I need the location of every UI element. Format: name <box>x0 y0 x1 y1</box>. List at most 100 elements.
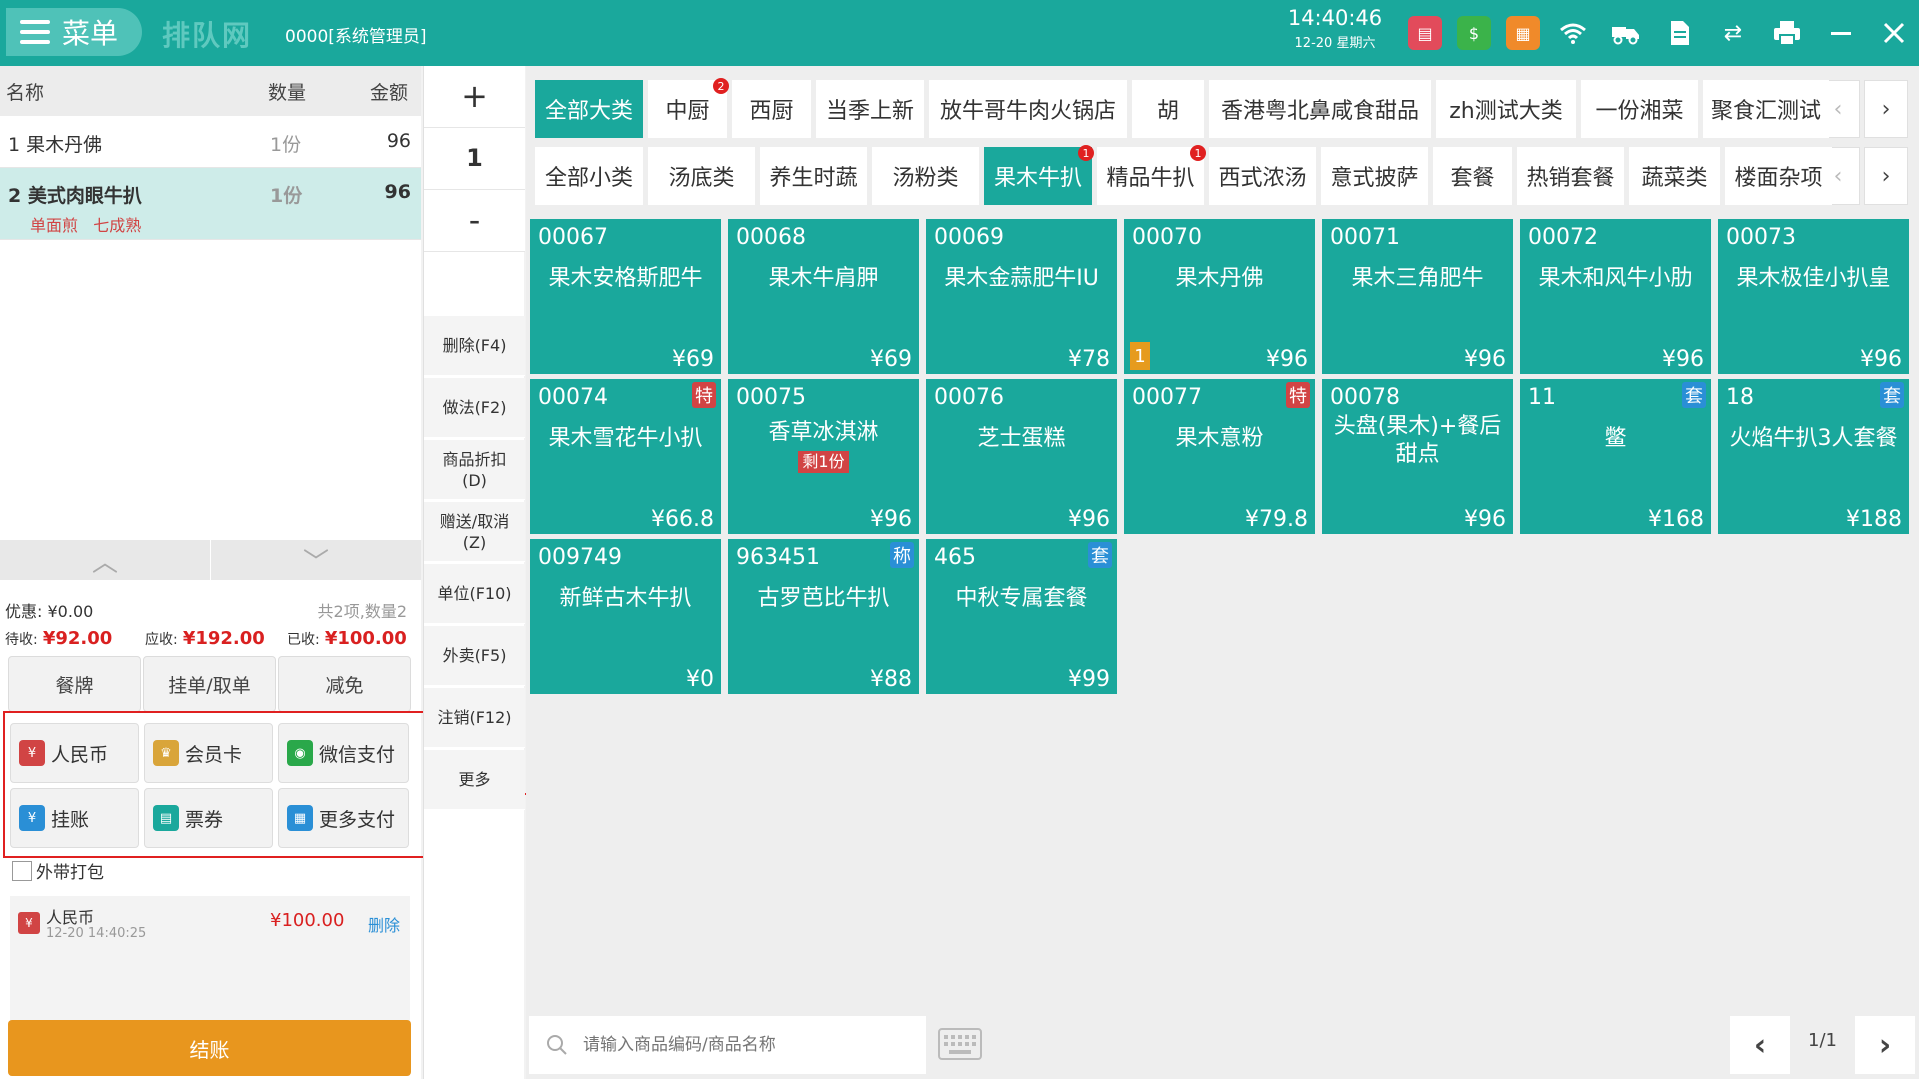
takeout-button[interactable]: 外卖(F5) <box>424 626 525 686</box>
keyboard-icon[interactable] <box>938 1028 982 1060</box>
product-name-wrap: 果木雪花牛小扒 <box>534 425 717 453</box>
product-card[interactable]: 00078 头盘(果木)+餐后甜点 ¥96 <box>1322 379 1513 534</box>
search-icon <box>547 1035 567 1055</box>
hold-order-button[interactable]: 挂单/取单 <box>143 656 276 712</box>
product-name-wrap: 果木安格斯肥牛 <box>534 265 717 293</box>
product-card[interactable]: 00070 果木丹佛 ¥96 1 <box>1124 219 1315 374</box>
takeaway-checkbox[interactable] <box>12 860 32 881</box>
product-card[interactable]: 009749 新鲜古木牛扒 ¥0 <box>530 539 721 694</box>
discount-button[interactable]: 商品折扣 (D) <box>424 440 525 500</box>
subcategory-tab[interactable]: 热销套餐 <box>1517 147 1624 205</box>
document-icon[interactable] <box>1663 16 1697 50</box>
product-card[interactable]: 18 火焰牛扒3人套餐 ¥188 套 <box>1718 379 1909 534</box>
subcategory-tab[interactable]: 西式浓汤 <box>1209 147 1316 205</box>
category-tab[interactable]: 西厨 <box>732 80 811 138</box>
subcategory-tab-label: 汤底类 <box>668 166 735 191</box>
payment-highlight-box <box>3 711 425 858</box>
product-name: 芝士蛋糕 <box>977 426 1066 451</box>
product-card[interactable]: 00069 果木金蒜肥牛IU ¥78 <box>926 219 1117 374</box>
category-tab[interactable]: 全部大类 <box>535 80 643 138</box>
search-input[interactable] <box>583 1035 903 1055</box>
product-code: 00073 <box>1726 225 1796 250</box>
search-box[interactable] <box>529 1016 926 1074</box>
page-next-button[interactable]: › <box>1855 1016 1915 1074</box>
category-tab[interactable]: 当季上新 <box>816 80 924 138</box>
minus-button[interactable]: - <box>424 190 525 252</box>
calendar-icon[interactable]: ▦ <box>1506 16 1540 50</box>
qty-display[interactable]: 1 <box>424 128 525 190</box>
sync-icon[interactable]: ⇄ <box>1716 16 1750 50</box>
paid-delete-link[interactable]: 删除 <box>368 912 400 936</box>
clock-date: 12-20 星期六 <box>1294 36 1376 51</box>
minimize-icon[interactable] <box>1824 16 1858 50</box>
product-name-wrap: 火焰牛扒3人套餐 <box>1722 425 1905 453</box>
printer-icon[interactable] <box>1770 16 1804 50</box>
cancel-button[interactable]: 注销(F12) <box>424 688 525 748</box>
product-card[interactable]: 11 鳖 ¥168 套 <box>1520 379 1711 534</box>
method-button[interactable]: 做法(F2) <box>424 378 525 438</box>
close-icon[interactable] <box>1877 16 1911 50</box>
subcategory-tab[interactable]: 楼面杂项 <box>1725 147 1832 205</box>
subcategory-tab[interactable]: 意式披萨 <box>1321 147 1428 205</box>
product-card[interactable]: 00072 果木和风牛小肋 ¥96 <box>1520 219 1711 374</box>
product-tag-badge: 称 <box>890 542 914 568</box>
gift-button[interactable]: 赠送/取消 (Z) <box>424 502 525 562</box>
subcategory-tab[interactable]: 精品牛扒 1 <box>1097 145 1206 205</box>
unit-button[interactable]: 单位(F10) <box>424 564 525 624</box>
more-button[interactable]: 更多 <box>424 750 525 810</box>
category-next-button[interactable]: › <box>1864 80 1908 138</box>
subcategory-tab-label: 精品牛扒 <box>1106 166 1195 191</box>
category-tab[interactable]: 胡 <box>1132 80 1204 138</box>
subcategory-tab[interactable]: 汤底类 <box>648 147 755 205</box>
product-card[interactable]: 00068 果木牛肩胛 ¥69 <box>728 219 919 374</box>
table-card-button[interactable]: 餐牌 <box>8 656 141 712</box>
product-name: 果木金蒜肥牛IU <box>944 266 1099 291</box>
scroll-up-button[interactable]: ︿ <box>0 540 210 580</box>
order-row-selected[interactable]: 2 美式肉眼牛扒 1份 96 单面煎 七成熟 <box>0 168 421 240</box>
product-card[interactable]: 465 中秋专属套餐 ¥99 套 <box>926 539 1117 694</box>
subcategory-tab[interactable]: 汤粉类 <box>872 147 979 205</box>
reduce-button[interactable]: 减免 <box>278 656 411 712</box>
product-code: 00067 <box>538 225 608 250</box>
checkout-button[interactable]: 结账 <box>8 1020 411 1076</box>
category-tab[interactable]: 聚食汇测试 <box>1703 80 1829 138</box>
product-card[interactable]: 00074 果木雪花牛小扒 ¥66.8 特 <box>530 379 721 534</box>
product-card[interactable]: 00076 芝士蛋糕 ¥96 <box>926 379 1117 534</box>
product-tag-badge: 套 <box>1088 542 1112 568</box>
product-card[interactable]: 00073 果木极佳小扒皇 ¥96 <box>1718 219 1909 374</box>
product-name: 果木意粉 <box>1175 426 1264 451</box>
category-tab[interactable]: 中厨 2 <box>648 78 729 138</box>
subcategory-tab[interactable]: 蔬菜类 <box>1629 147 1720 205</box>
product-card[interactable]: 00077 果木意粉 ¥79.8 特 <box>1124 379 1315 534</box>
product-code: 11 <box>1528 385 1556 410</box>
category-tab[interactable]: 一份湘菜 <box>1581 80 1698 138</box>
product-card[interactable]: 963451 古罗芭比牛扒 ¥88 称 <box>728 539 919 694</box>
plus-button[interactable]: + <box>424 66 525 128</box>
product-card[interactable]: 00071 果木三角肥牛 ¥96 <box>1322 219 1513 374</box>
scroll-down-button[interactable]: ﹀ <box>210 540 421 580</box>
category-tab[interactable]: zh测试大类 <box>1436 80 1576 138</box>
delete-button[interactable]: 删除(F4) <box>424 316 525 376</box>
menu-button[interactable]: 菜单 <box>6 8 142 56</box>
category-tab[interactable]: 放牛哥牛肉火锅店 <box>929 80 1127 138</box>
rmb-icon: ¥ <box>18 912 40 934</box>
product-card[interactable]: 00067 果木安格斯肥牛 ¥69 <box>530 219 721 374</box>
page-prev-button[interactable]: ‹ <box>1730 1016 1790 1074</box>
category-tab[interactable]: 香港粤北鼻咸食甜品 <box>1209 80 1431 138</box>
category-tab-label: zh测试大类 <box>1449 99 1563 124</box>
subcategory-tab-label: 套餐 <box>1450 166 1495 191</box>
subcategory-tab[interactable]: 养生时蔬 <box>760 147 867 205</box>
takeaway-option[interactable]: 外带打包 <box>12 858 104 883</box>
delivery-icon[interactable] <box>1609 16 1643 50</box>
wifi-icon[interactable] <box>1556 16 1590 50</box>
category-tab-label: 全部大类 <box>544 99 633 124</box>
subcategory-tab[interactable]: 果木牛扒 1 <box>984 145 1094 205</box>
order-row[interactable]: 1 果木丹佛 1份 96 <box>0 116 421 168</box>
money-bag-icon[interactable]: $ <box>1457 16 1491 50</box>
subcategory-next-button[interactable]: › <box>1864 147 1908 205</box>
subcategory-tab[interactable]: 套餐 <box>1433 147 1512 205</box>
product-name: 头盘(果木)+餐后甜点 <box>1333 414 1502 467</box>
subcategory-tab[interactable]: 全部小类 <box>535 147 643 205</box>
product-card[interactable]: 00075 香草冰淇淋 剩1份 ¥96 <box>728 379 919 534</box>
shop-icon[interactable]: ▤ <box>1408 16 1442 50</box>
